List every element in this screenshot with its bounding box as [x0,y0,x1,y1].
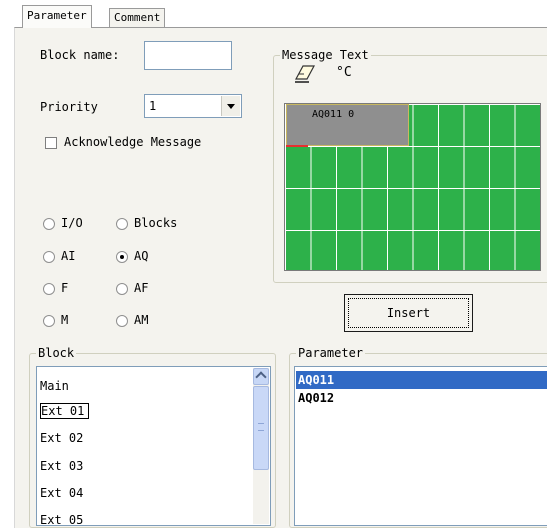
tab-label: Parameter [27,9,87,22]
message-cell-text: AQ011 0 [312,109,355,120]
list-item[interactable]: Ext 05 [40,513,83,525]
list-item[interactable]: Ext 04 [40,486,83,500]
tab-parameter[interactable]: Parameter [22,5,92,28]
list-item[interactable]: Ext 02 [40,431,83,445]
message-text-title: Message Text [280,48,371,62]
radio-aq-label: AQ [134,249,149,263]
list-item[interactable]: Ext 03 [40,459,83,473]
priority-label: Priority [40,100,98,114]
list-item[interactable]: Main [40,379,69,393]
radio-am[interactable] [116,315,128,327]
radio-af[interactable] [116,283,128,295]
parameter-group-title: Parameter [296,346,366,360]
text-cursor [286,145,308,147]
scroll-thumb[interactable] [253,386,269,470]
list-item[interactable]: Ext 01 [40,403,90,419]
eraser-icon[interactable] [295,64,317,84]
insert-button[interactable]: Insert [344,294,473,332]
chevron-down-icon[interactable] [221,96,240,116]
priority-dropdown[interactable]: 1 [144,94,242,118]
radio-ai-label: AI [61,249,76,263]
block-scrollbar[interactable] [253,368,269,524]
radio-blocks[interactable] [116,218,128,230]
tab-label: Comment [114,11,161,24]
tab-comment[interactable]: Comment [109,8,166,27]
radio-m[interactable] [43,315,55,327]
priority-value: 1 [149,99,157,113]
block-name-input[interactable] [144,41,232,70]
radio-blocks-label: Blocks [134,216,178,230]
block-group-title: Block [36,346,77,360]
list-item[interactable]: AQ012 [298,391,334,405]
radio-aq[interactable] [116,251,128,263]
focus-rectangle [348,298,469,328]
block-name-label: Block name: [40,48,120,62]
radio-io[interactable] [43,218,55,230]
acknowledge-checkbox[interactable] [45,137,57,149]
radio-f[interactable] [43,283,55,295]
degree-celsius-button[interactable]: °C [336,65,352,80]
message-cell-parameter[interactable]: AQ011 0 [286,104,409,146]
radio-f-label: F [61,281,69,295]
parameter-listbox[interactable]: AQ011 AQ012 [294,366,547,526]
block-listbox[interactable]: Main Ext 01 Ext 02 Ext 03 Ext 04 Ext 05 [36,366,271,526]
radio-am-label: AM [134,313,149,327]
scroll-up-icon[interactable] [253,368,269,385]
radio-m-label: M [61,313,69,327]
acknowledge-label: Acknowledge Message [64,135,202,149]
radio-af-label: AF [134,281,149,295]
radio-io-label: I/O [61,216,83,230]
radio-ai[interactable] [43,251,55,263]
list-item[interactable]: AQ011 [296,371,547,389]
